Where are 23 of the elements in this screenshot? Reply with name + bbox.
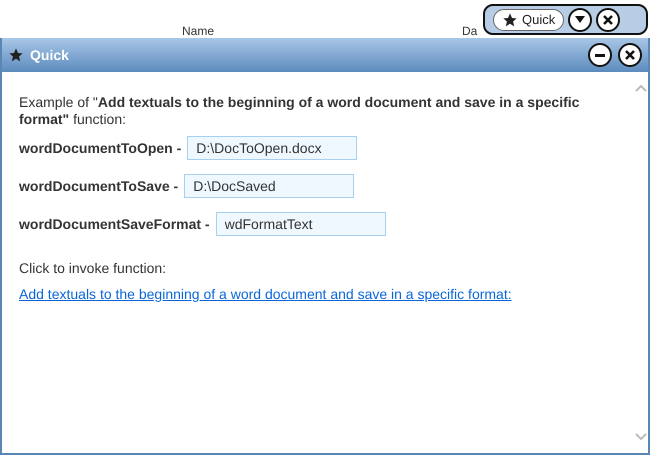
column-header[interactable]: Name [182, 22, 462, 40]
column-header[interactable]: Da [462, 22, 478, 40]
invoke-link[interactable]: Add textuals to the beginning of a word document and save in a specific format: [19, 284, 617, 305]
intro-text: Example of "Add textuals to the beginning of a word document and save in a specific format" function: [19, 94, 580, 128]
invoke-label: Click to invoke function: [19, 259, 168, 278]
input-field[interactable]: D:\DocToOpen.docx [187, 136, 358, 160]
close-icon [603, 14, 614, 24]
close-button[interactable] [618, 43, 642, 67]
close-icon [625, 50, 635, 60]
star-icon [8, 47, 24, 63]
caret-icon [575, 16, 586, 24]
dropdown-button[interactable] [568, 8, 592, 32]
star-icon [502, 12, 518, 28]
quick-button[interactable]: Quick [493, 8, 564, 30]
param-label: wordDocumentToOpen - [19, 138, 182, 158]
input-field[interactable]: D:\DocSaved [184, 174, 354, 198]
minimize-button[interactable] [588, 43, 612, 67]
param-label: wordDocumentSaveFormat - [19, 214, 210, 234]
window-title: Quick [30, 46, 70, 65]
close-button[interactable] [596, 8, 620, 32]
minimize-icon [595, 54, 605, 56]
input-field[interactable]: wdFormatText [216, 212, 386, 236]
param-label: wordDocumentToSave - [19, 176, 178, 196]
